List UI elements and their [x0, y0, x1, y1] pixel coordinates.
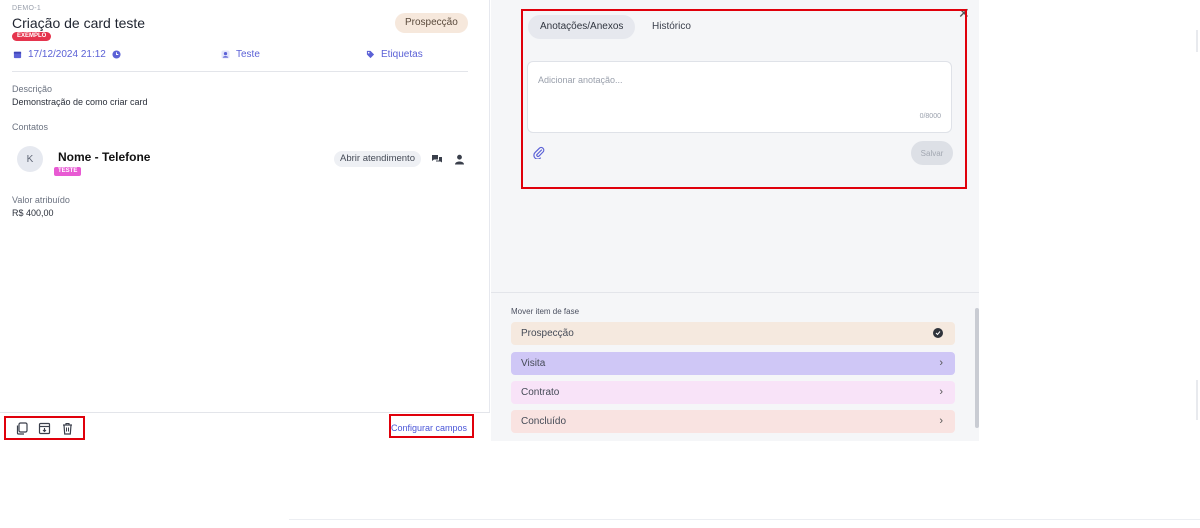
stage-chip[interactable]: Prospecção	[395, 13, 468, 33]
divider	[12, 71, 468, 72]
assignee-name: Teste	[236, 48, 260, 60]
save-button[interactable]: Salvar	[911, 141, 953, 165]
clock-icon[interactable]	[112, 49, 122, 59]
contact-name[interactable]: Nome - Telefone	[58, 150, 150, 164]
value-label: Valor atribuído	[12, 195, 70, 205]
tag-icon	[365, 49, 375, 59]
paperclip-icon[interactable]	[532, 145, 546, 159]
open-service-button[interactable]: Abrir atendimento	[334, 151, 421, 167]
chevron-right-icon: ›	[939, 357, 943, 369]
description-label: Descrição	[12, 84, 53, 94]
calendar-icon	[12, 49, 22, 59]
archive-icon[interactable]	[37, 420, 53, 436]
card-date[interactable]: 17/12/2024 21:12	[12, 47, 122, 61]
trash-icon[interactable]	[60, 420, 76, 436]
user-icon	[220, 49, 230, 59]
avatar: K	[17, 146, 43, 172]
card-title[interactable]: Criação de card teste	[12, 15, 145, 31]
phase-label: Prospecção	[521, 328, 574, 339]
copy-icon[interactable]	[14, 420, 30, 436]
chat-icon[interactable]	[430, 152, 444, 166]
phase-label: Concluído	[521, 416, 567, 427]
divider	[289, 519, 1200, 520]
card-assignee[interactable]: Teste	[220, 47, 260, 61]
note-placeholder: Adicionar anotação...	[538, 75, 623, 85]
phase-move-label: Mover item de fase	[511, 307, 580, 316]
tab-history[interactable]: Histórico	[640, 15, 703, 39]
contact-badge: TESTE	[54, 167, 82, 176]
person-icon[interactable]	[452, 152, 466, 166]
tags-label: Etiquetas	[381, 48, 423, 60]
divider	[1196, 30, 1198, 52]
card-id: DEMO-1	[12, 5, 42, 12]
phase-label: Contrato	[521, 387, 560, 398]
configure-fields-link[interactable]: Configurar campos	[391, 423, 467, 433]
phase-item-prospeccao[interactable]: Prospecção	[511, 322, 955, 345]
chevron-right-icon: ›	[939, 386, 943, 398]
note-input[interactable]: Adicionar anotação... 0/8000	[527, 61, 952, 133]
divider	[1196, 380, 1198, 420]
assigned-value[interactable]: R$ 400,00	[12, 208, 54, 218]
chevron-right-icon: ›	[939, 415, 943, 427]
tab-notes-attachments[interactable]: Anotações/Anexos	[528, 15, 636, 39]
phase-item-concluido[interactable]: Concluído ›	[511, 410, 955, 433]
description-value[interactable]: Demonstração de como criar card	[12, 97, 148, 107]
card-detail-panel: DEMO-1 Criação de card teste EXEMPLO Pro…	[0, 0, 490, 441]
contacts-label: Contatos	[12, 122, 49, 132]
char-counter: 0/8000	[919, 113, 941, 120]
panel-scrollbar[interactable]	[975, 308, 979, 428]
check-circle-icon	[933, 328, 943, 338]
phase-item-visita[interactable]: Visita ›	[511, 352, 955, 375]
card-date-text: 17/12/2024 21:12	[28, 48, 106, 60]
card-tags[interactable]: Etiquetas	[365, 47, 423, 61]
phase-item-contrato[interactable]: Contrato ›	[511, 381, 955, 404]
example-badge: EXEMPLO	[12, 32, 52, 41]
phase-label: Visita	[521, 358, 546, 369]
card-actions-highlight	[4, 416, 85, 440]
